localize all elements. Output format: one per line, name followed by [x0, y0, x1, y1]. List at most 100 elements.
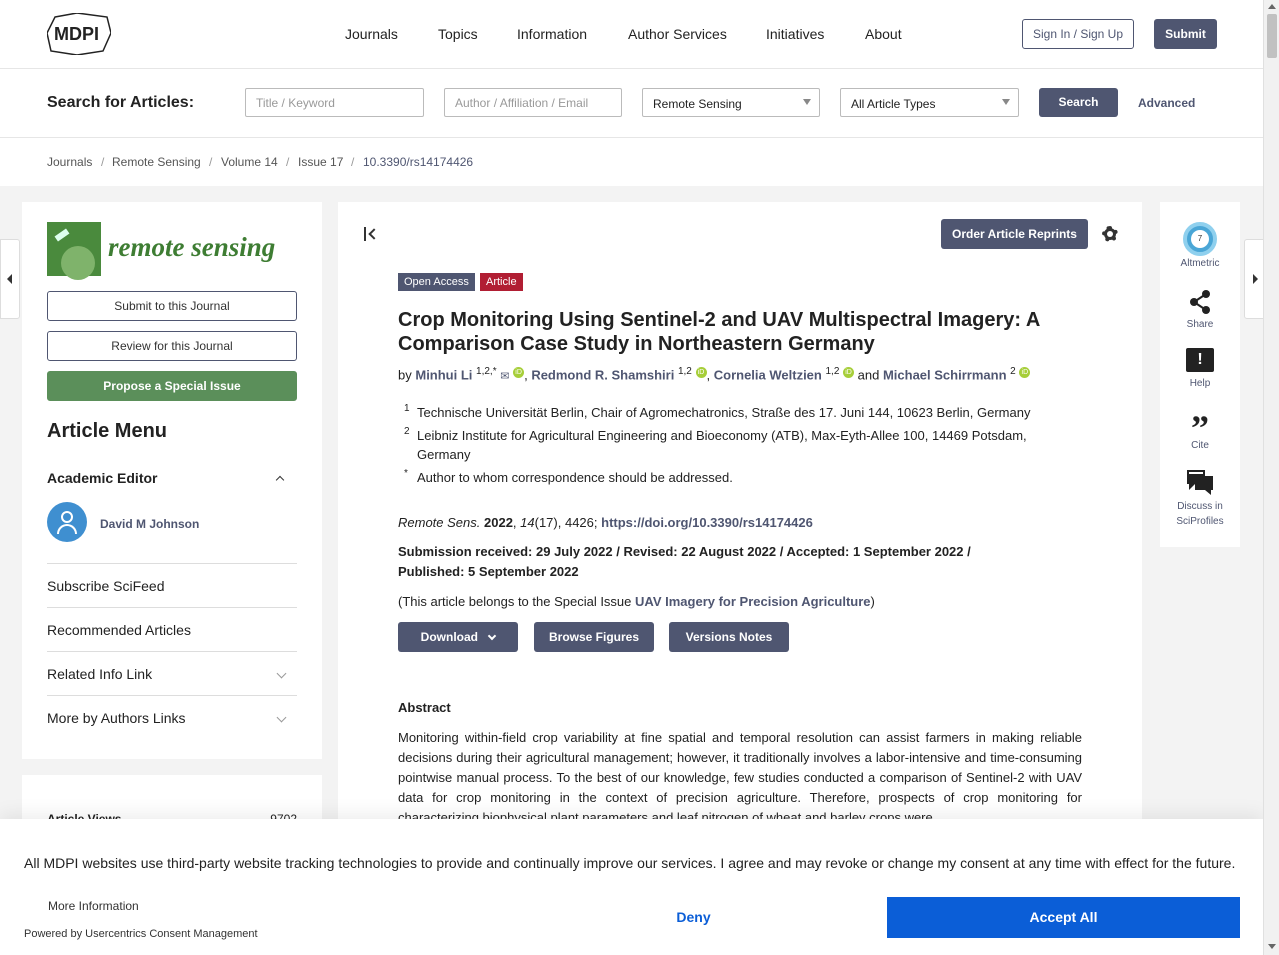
breadcrumb-journal[interactable]: Remote Sensing	[112, 155, 201, 169]
search-button[interactable]: Search	[1039, 88, 1118, 117]
left-panel-toggle[interactable]	[0, 239, 20, 319]
special-issue-note: (This article belongs to the Special Iss…	[398, 594, 875, 609]
versions-notes-button[interactable]: Versions Notes	[669, 622, 789, 652]
order-reprints-button[interactable]: Order Article Reprints	[941, 219, 1088, 249]
author-sup: 1,2,*	[476, 366, 497, 377]
affiliation-mark: 2	[404, 426, 410, 437]
open-access-badge: Open Access	[398, 273, 475, 291]
more-information-link[interactable]: More Information	[48, 899, 139, 913]
breadcrumb-separator: /	[286, 155, 290, 169]
nav-topics[interactable]: Topics	[438, 26, 478, 42]
breadcrumb-separator: /	[209, 155, 213, 169]
affiliation-text: Technische Universität Berlin, Chair of …	[417, 405, 1031, 420]
nav-about[interactable]: About	[865, 26, 902, 42]
gear-icon[interactable]	[1100, 224, 1120, 244]
article-type-value: All Article Types	[851, 97, 936, 111]
discuss-tool[interactable]: Discuss in SciProfiles	[1160, 468, 1240, 529]
affiliation-text: Leibniz Institute for Agricultural Engin…	[417, 428, 1027, 462]
download-button[interactable]: Download	[398, 622, 518, 652]
scroll-down-icon[interactable]	[1268, 944, 1276, 949]
orcid-icon[interactable]: iD	[843, 367, 855, 378]
share-label: Share	[1186, 319, 1214, 330]
orcid-icon[interactable]: iD	[695, 367, 707, 378]
journal-name: remote sensing	[108, 232, 276, 262]
nav-initiatives[interactable]: Initiatives	[766, 26, 824, 42]
forum-icon	[1187, 470, 1213, 495]
scroll-up-icon[interactable]	[1268, 4, 1276, 9]
propose-special-issue-button[interactable]: Propose a Special Issue	[47, 371, 297, 401]
breadcrumb-volume[interactable]: Volume 14	[221, 155, 278, 169]
journal-abbr: Remote Sens.	[398, 515, 481, 530]
author-list: by Minhui Li 1,2,* ✉ iD, Redmond R. Sham…	[398, 366, 1118, 382]
sidebar-item-recommended-articles[interactable]: Recommended Articles	[47, 608, 297, 652]
orcid-icon[interactable]: iD	[513, 367, 525, 378]
breadcrumb-separator: /	[351, 155, 355, 169]
download-label: Download	[420, 630, 478, 644]
advanced-search-link[interactable]: Advanced	[1138, 96, 1195, 110]
review-for-journal-button[interactable]: Review for this Journal	[47, 331, 297, 361]
academic-editor-toggle[interactable]: Academic Editor	[47, 470, 297, 488]
journal-banner[interactable]: remote sensing	[47, 222, 297, 280]
citation-volume: 14	[520, 515, 535, 530]
citation-year: 2022	[484, 515, 513, 530]
share-tool[interactable]: Share	[1160, 288, 1240, 330]
breadcrumb-journals[interactable]: Journals	[47, 155, 92, 169]
accept-all-button[interactable]: Accept All	[887, 897, 1240, 938]
submit-to-journal-button[interactable]: Submit to this Journal	[47, 291, 297, 321]
author-link[interactable]: Minhui Li	[415, 367, 472, 382]
journal-select[interactable]: Remote Sensing	[642, 88, 820, 117]
cite-label: Cite	[1191, 440, 1209, 451]
right-panel-toggle[interactable]	[1244, 239, 1264, 319]
breadcrumb-separator: /	[101, 155, 105, 169]
article-type-select[interactable]: All Article Types	[840, 88, 1019, 117]
doi-link[interactable]: https://doi.org/10.3390/rs14174426	[601, 515, 813, 530]
nav-journals[interactable]: Journals	[345, 26, 398, 42]
cite-tool[interactable]: ” Cite	[1160, 410, 1240, 451]
help-tool[interactable]: ! Help	[1160, 348, 1240, 389]
help-icon: !	[1186, 348, 1214, 372]
breadcrumb-doi: 10.3390/rs14174426	[363, 155, 474, 169]
special-issue-link[interactable]: UAV Imagery for Precision Agriculture	[635, 594, 871, 609]
sidebar-item-more-by-authors[interactable]: More by Authors Links	[47, 696, 297, 740]
affiliation-mark: *	[404, 468, 408, 479]
author-link[interactable]: Michael Schirrmann	[883, 367, 1007, 382]
journal-select-value: Remote Sensing	[653, 97, 742, 111]
editor-name-link[interactable]: David M Johnson	[100, 517, 199, 531]
svg-text:MDPI: MDPI	[54, 24, 99, 44]
scrollbar[interactable]	[1263, 0, 1279, 955]
satellite-globe-icon	[47, 222, 101, 280]
deny-button[interactable]: Deny	[500, 897, 887, 938]
scrollbar-thumb[interactable]	[1267, 14, 1277, 58]
breadcrumb-issue[interactable]: Issue 17	[298, 155, 343, 169]
special-issue-suffix: )	[870, 594, 875, 609]
article-type-badge: Article	[480, 273, 523, 291]
sidebar-item-label: Subscribe SciFeed	[47, 578, 165, 594]
submit-button[interactable]: Submit	[1154, 19, 1217, 49]
mdpi-logo[interactable]: MDPI	[47, 13, 111, 55]
author-affiliation-input[interactable]: Author / Affiliation / Email	[444, 88, 622, 117]
altmetric-tool[interactable]: 7 Altmetric	[1160, 222, 1240, 269]
breadcrumb: Journals / Remote Sensing / Volume 14 / …	[0, 138, 1263, 186]
sidebar-item-subscribe-scifeed[interactable]: Subscribe SciFeed	[47, 564, 297, 608]
chevron-down-icon	[276, 712, 287, 723]
avatar[interactable]	[47, 502, 87, 542]
orcid-icon[interactable]: iD	[1019, 367, 1031, 378]
altmetric-donut-icon: 7	[1183, 222, 1217, 256]
author-link[interactable]: Cornelia Weltzien	[714, 367, 822, 382]
arrow-left-icon	[7, 274, 12, 284]
signin-button[interactable]: Sign In / Sign Up	[1022, 19, 1134, 49]
collapse-sidebar-icon[interactable]	[362, 226, 380, 242]
nav-information[interactable]: Information	[517, 26, 587, 42]
title-keyword-input[interactable]: Title / Keyword	[245, 88, 424, 117]
quote-icon: ”	[1191, 408, 1209, 448]
author-link[interactable]: Redmond R. Shamshiri	[531, 367, 674, 382]
chevron-down-icon	[276, 668, 287, 679]
site-header: MDPI Journals Topics Information Author …	[0, 0, 1263, 69]
affiliation-text: Author to whom correspondence should be …	[417, 470, 733, 485]
sidebar-item-related-info-link[interactable]: Related Info Link	[47, 652, 297, 696]
mail-icon[interactable]: ✉	[500, 370, 509, 382]
browse-figures-button[interactable]: Browse Figures	[534, 622, 654, 652]
author-sup: 1,2	[677, 366, 692, 377]
chevron-down-icon	[803, 99, 811, 105]
nav-author-services[interactable]: Author Services	[628, 26, 727, 42]
